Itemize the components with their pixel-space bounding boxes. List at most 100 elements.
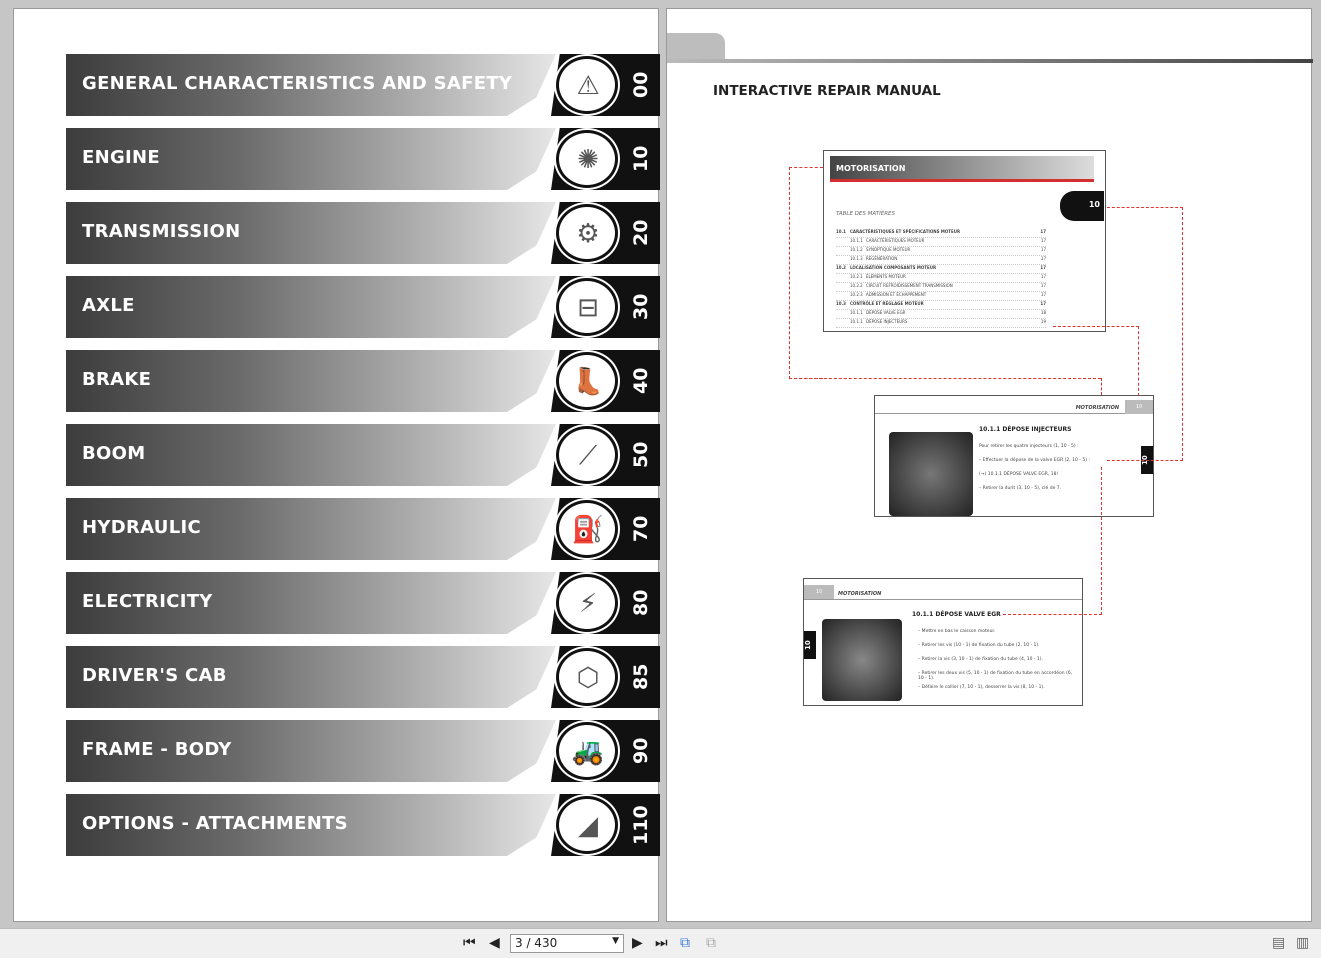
instruction-line: – Retirer les vis (10 - 1) de fixation d… <box>918 643 1040 648</box>
toc-page-preview[interactable]: MOTORISATION 10 TABLE DES MATIÈRES 10.1 C… <box>823 150 1106 332</box>
egr-header: MOTORISATION <box>838 591 882 597</box>
toc-entry[interactable]: 10.2.2 CIRCUIT REFROIDISSEMENT TRANSMISSI… <box>836 283 1046 292</box>
right-page: INTERACTIVE REPAIR MANUAL MOTORISATION 1… <box>666 8 1313 922</box>
toc-entry[interactable]: 10.1.3 RÉGÉNÉRATION 17 <box>836 256 1046 265</box>
first-page-icon[interactable]: ⏮ <box>463 935 476 951</box>
chapter-icon: 🚜 <box>571 737 605 767</box>
chapter-bar[interactable]: DRIVER'S CAB <box>66 646 556 708</box>
toc-entry-page: 17 <box>1040 229 1046 234</box>
chapter-bar[interactable]: HYDRAULIC <box>66 498 556 560</box>
chapter-bar[interactable]: BOOM <box>66 424 556 486</box>
chevron-down-icon: ▼ <box>612 936 619 946</box>
page-number-select[interactable]: 3 / 430 ▼ <box>510 934 624 953</box>
chapter-bar[interactable]: BRAKE <box>66 350 556 412</box>
egr-side-tab: 10 <box>804 631 816 659</box>
next-page-icon[interactable]: ▶ <box>632 935 643 951</box>
chapter-row[interactable]: AXLE ⊟ 30 <box>66 276 660 338</box>
chapter-number: 50 <box>630 441 652 469</box>
toc-entry[interactable]: 10.1.1 CARACTÉRISTIQUES MOTEUR 17 <box>836 238 1046 247</box>
engine-photo <box>889 432 973 516</box>
chapter-icon: ⛽ <box>571 515 605 545</box>
chapter-title: BRAKE <box>82 369 152 390</box>
toc-entry-title: SYNOPTIQUE MOTEUR <box>866 247 911 252</box>
chapter-number: 85 <box>630 663 652 691</box>
chapter-bar[interactable]: ELECTRICITY <box>66 572 556 634</box>
chapter-bar[interactable]: TRANSMISSION <box>66 202 556 264</box>
forward-view-icon[interactable]: ⧉ <box>706 935 716 951</box>
chapter-number: 00 <box>630 71 652 99</box>
toc-entry-page: 17 <box>1040 256 1046 261</box>
chapter-row[interactable]: GENERAL CHARACTERISTICS AND SAFETY ⚠ 00 <box>66 54 660 116</box>
chapter-title: HYDRAULIC <box>82 517 201 538</box>
chapter-number: 70 <box>630 515 652 543</box>
chapter-row[interactable]: TRANSMISSION ⚙ 20 <box>66 202 660 264</box>
chapter-bar[interactable]: ENGINE <box>66 128 556 190</box>
chapter-icon-circle: 🚜 <box>556 722 618 780</box>
single-page-view-icon[interactable]: ▤ <box>1272 935 1285 951</box>
chapter-icon-circle: 👢 <box>556 352 618 410</box>
toc-entry-number: 10.2.3 <box>850 292 863 297</box>
chapter-row[interactable]: ENGINE ✺ 10 <box>66 128 660 190</box>
chapter-icon-circle: ✺ <box>556 130 618 188</box>
continuous-view-icon[interactable]: ▥ <box>1296 935 1309 951</box>
chapter-number: 90 <box>630 737 652 765</box>
left-page-chapter-index: GENERAL CHARACTERISTICS AND SAFETY ⚠ 00 E… <box>13 8 660 922</box>
toc-entry[interactable]: 10.3 CONTRÔLE ET RÉGLAGE MOTEUR 17 <box>836 301 1046 310</box>
chapter-icon: ◢ <box>578 811 598 841</box>
chapter-title: BOOM <box>82 443 146 464</box>
toc-entry[interactable]: 10.2.3 ADMISSION ET ÉCHAPPEMENT 17 <box>836 292 1046 301</box>
toc-entry[interactable]: 10.2.1 ÉLÉMENTS MOTEUR 17 <box>836 274 1046 283</box>
toc-chapter-tab: 10 <box>1060 191 1104 221</box>
toc-entry-number: 10.2.2 <box>850 283 863 288</box>
toc-entry[interactable]: 10.1.2 SYNOPTIQUE MOTEUR 17 <box>836 247 1046 256</box>
chapter-icon-circle: ⚠ <box>556 56 618 114</box>
toc-entry-title: DÉPOSE VALVE EGR <box>866 310 906 315</box>
chapter-bar[interactable]: FRAME - BODY <box>66 720 556 782</box>
last-page-icon[interactable]: ⏭ <box>655 935 668 951</box>
chapter-icon-circle: ⊟ <box>556 278 618 336</box>
page-title: INTERACTIVE REPAIR MANUAL <box>713 83 941 99</box>
chapter-number: 20 <box>630 219 652 247</box>
toc-entry-number: 10.1.1 <box>850 310 863 315</box>
toc-entry[interactable]: 10.2 LOCALISATION COMPOSANTS MOTEUR 17 <box>836 265 1046 274</box>
chapter-icon: ✺ <box>577 145 599 175</box>
previous-page-icon[interactable]: ◀ <box>489 935 500 951</box>
chapter-icon-circle: ◢ <box>556 796 618 854</box>
chapter-bar[interactable]: AXLE <box>66 276 556 338</box>
toc-entry-page: 17 <box>1040 247 1046 252</box>
instruction-line: – Retirer les deux vis (5, 10 - 1) de fi… <box>918 671 1073 681</box>
toc-entry-page: 17 <box>1040 238 1046 243</box>
toc-entry[interactable]: 10.1 CARACTÉRISTIQUES ET SPÉCIFICATIONS M… <box>836 229 1046 238</box>
toc-entry-number: 10.2 <box>836 265 846 270</box>
toc-header: MOTORISATION <box>830 156 1094 182</box>
toc-entry[interactable]: 10.1.1 DÉPOSE INJECTEURS 19 <box>836 319 1046 328</box>
chapter-row[interactable]: DRIVER'S CAB ⬡ 85 <box>66 646 660 708</box>
chapter-bar[interactable]: GENERAL CHARACTERISTICS AND SAFETY <box>66 54 556 116</box>
chapter-icon: ⚡ <box>578 589 598 619</box>
chapter-title: DRIVER'S CAB <box>82 665 227 686</box>
chapter-icon: 👢 <box>571 367 605 397</box>
chapter-row[interactable]: HYDRAULIC ⛽ 70 <box>66 498 660 560</box>
toc-entry-title: CONTRÔLE ET RÉGLAGE MOTEUR <box>850 301 924 306</box>
toc-entry-number: 10.1.1 <box>850 319 863 324</box>
chapter-icon-circle: ⛽ <box>556 500 618 558</box>
chapter-icon: ⊟ <box>577 293 599 323</box>
toc-entry[interactable]: 10.1.1 DÉPOSE VALVE EGR 18 <box>836 310 1046 319</box>
chapter-row[interactable]: FRAME - BODY 🚜 90 <box>66 720 660 782</box>
chapter-title: ELECTRICITY <box>82 591 213 612</box>
chapter-row[interactable]: BRAKE 👢 40 <box>66 350 660 412</box>
toc-entry-title: CARACTÉRISTIQUES MOTEUR <box>866 238 925 243</box>
toc-entry-page: 17 <box>1040 274 1046 279</box>
injector-heading: 10.1.1 DÉPOSE INJECTEURS <box>979 426 1072 433</box>
chapter-row[interactable]: OPTIONS - ATTACHMENTS ◢ 110 <box>66 794 660 856</box>
toc-entry-number: 10.3 <box>836 301 846 306</box>
back-view-icon[interactable]: ⧉ <box>680 935 690 951</box>
chapter-row[interactable]: ELECTRICITY ⚡ 80 <box>66 572 660 634</box>
toc-entry-number: 10.1.2 <box>850 247 863 252</box>
chapter-row[interactable]: BOOM ⟋ 50 <box>66 424 660 486</box>
chapter-bar[interactable]: OPTIONS - ATTACHMENTS <box>66 794 556 856</box>
toc-entry-page: 17 <box>1040 283 1046 288</box>
toc-entry-number: 10.1 <box>836 229 846 234</box>
chapter-title: ENGINE <box>82 147 160 168</box>
viewer-toolbar: ⏮ ◀ 3 / 430 ▼ ▶ ⏭ ⧉ ⧉ ▤ ▥ <box>0 928 1321 958</box>
